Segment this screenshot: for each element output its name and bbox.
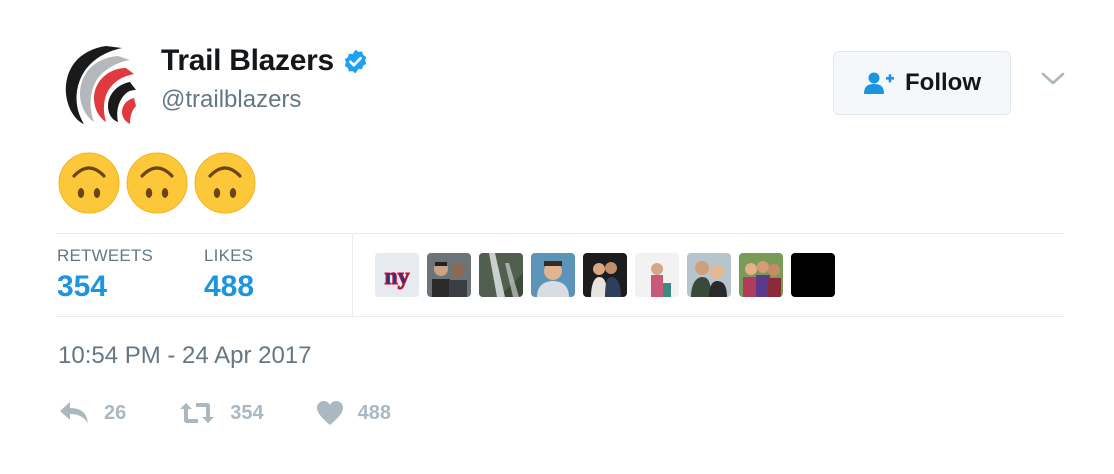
two-men-avatar[interactable] — [687, 253, 731, 297]
author-handle[interactable]: @trailblazers — [161, 86, 301, 114]
heart-icon — [316, 401, 343, 425]
ny-giants-avatar[interactable]: ny — [375, 253, 419, 297]
tweet-timestamp[interactable]: 10:54 PM - 24 Apr 2017 — [58, 342, 312, 370]
retweet-button[interactable]: 354 — [178, 400, 264, 426]
black-avatar[interactable] — [791, 253, 835, 297]
couple-avatar[interactable] — [583, 253, 627, 297]
liker-avatars: ny — [375, 253, 835, 297]
likes-label: LIKES — [204, 246, 254, 265]
author-name-text: Trail Blazers — [161, 44, 334, 77]
group-avatar[interactable] — [739, 253, 783, 297]
reply-button[interactable]: 26 — [58, 400, 126, 426]
reply-count: 26 — [104, 401, 127, 424]
tweet-actions: 26 354 488 — [58, 400, 443, 426]
author-name[interactable]: Trail Blazers — [161, 44, 369, 78]
like-count: 488 — [357, 401, 391, 424]
retweet-icon — [180, 403, 215, 423]
retweet-count: 354 — [230, 401, 264, 424]
tweet-text — [58, 152, 256, 214]
divider — [56, 316, 1064, 317]
svg-text:ny: ny — [384, 264, 409, 290]
retweets-stat[interactable]: RETWEETS 354 — [57, 246, 153, 304]
trail-blazers-logo-icon — [60, 42, 138, 126]
likes-count: 488 — [204, 270, 255, 303]
verified-badge-icon — [344, 49, 367, 73]
follow-button-label: Follow — [905, 69, 981, 96]
retweets-count: 354 — [57, 270, 108, 303]
man-portrait-avatar[interactable] — [531, 253, 575, 297]
retweets-label: RETWEETS — [57, 246, 154, 265]
author-avatar[interactable] — [60, 42, 138, 126]
upside-down-face-emoji — [58, 152, 120, 214]
likes-stat[interactable]: LIKES 488 — [204, 246, 254, 304]
upside-down-face-emoji — [194, 152, 256, 214]
divider — [56, 233, 1064, 234]
waterfall-avatar[interactable] — [479, 253, 523, 297]
reply-icon — [60, 402, 88, 423]
upside-down-face-emoji — [126, 152, 188, 214]
person-white-wall-avatar[interactable] — [635, 253, 679, 297]
follow-button[interactable]: Follow — [833, 51, 1011, 115]
two-friends-avatar[interactable] — [427, 253, 471, 297]
stats-divider — [352, 234, 353, 316]
like-button[interactable]: 488 — [316, 400, 391, 426]
chevron-down-icon[interactable] — [1040, 70, 1066, 88]
add-user-icon — [864, 72, 894, 94]
